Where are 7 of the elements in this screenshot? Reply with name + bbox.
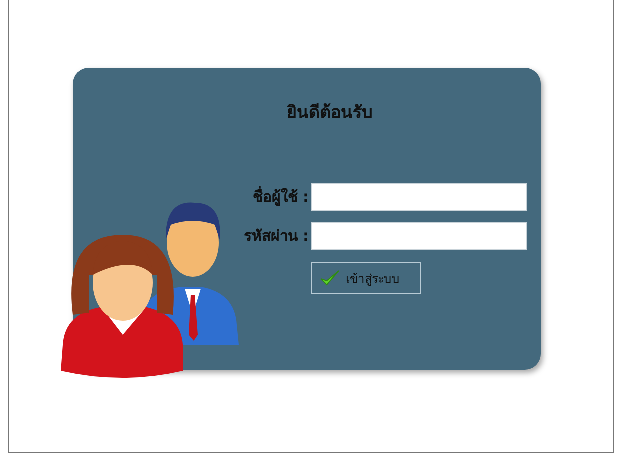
login-button[interactable]: เข้าสู่ระบบ: [311, 262, 421, 294]
input-field[interactable]: [311, 183, 527, 211]
field-label: รหัสผ่าน :: [242, 226, 309, 247]
checkmark-icon: [320, 270, 340, 286]
field-label: ชื่อผู้ใช้ :: [252, 185, 309, 208]
input-field[interactable]: [311, 222, 527, 250]
welcome-title: ยินดีต้อนรับ: [286, 102, 374, 125]
